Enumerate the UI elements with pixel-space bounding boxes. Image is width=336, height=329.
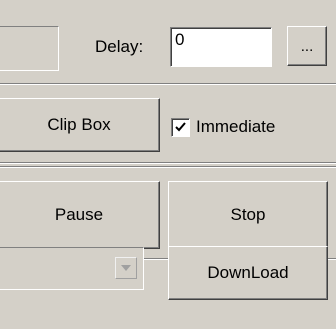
stop-button-label: Stop <box>230 205 266 224</box>
immediate-label: Immediate <box>196 117 276 136</box>
immediate-checkbox-row[interactable]: Immediate <box>171 116 321 138</box>
pause-button[interactable]: Pause <box>0 181 160 249</box>
download-combo[interactable] <box>0 247 144 290</box>
immediate-checkbox[interactable] <box>171 117 190 137</box>
chevron-down-icon <box>121 265 131 271</box>
pause-button-label: Pause <box>54 205 104 224</box>
download-button[interactable]: DownLoad <box>168 246 328 300</box>
separator-2 <box>0 162 336 164</box>
combo-dropdown-button[interactable] <box>115 257 137 279</box>
separator-1 <box>0 83 336 85</box>
stop-button[interactable]: Stop <box>168 181 328 249</box>
delay-label: Delay: <box>95 37 144 56</box>
top-left-box <box>0 26 59 71</box>
delay-input-value: 0 <box>175 30 185 49</box>
download-button-label: DownLoad <box>207 263 289 282</box>
ellipsis-label: ... <box>300 37 314 55</box>
delay-input[interactable]: 0 <box>170 27 272 67</box>
separator-3 <box>0 166 336 168</box>
clip-box-button-label: Clip Box <box>47 115 111 134</box>
checkmark-icon <box>175 121 186 131</box>
clip-box-button[interactable]: Clip Box <box>0 98 160 152</box>
delay-browse-button[interactable]: ... <box>287 26 327 66</box>
